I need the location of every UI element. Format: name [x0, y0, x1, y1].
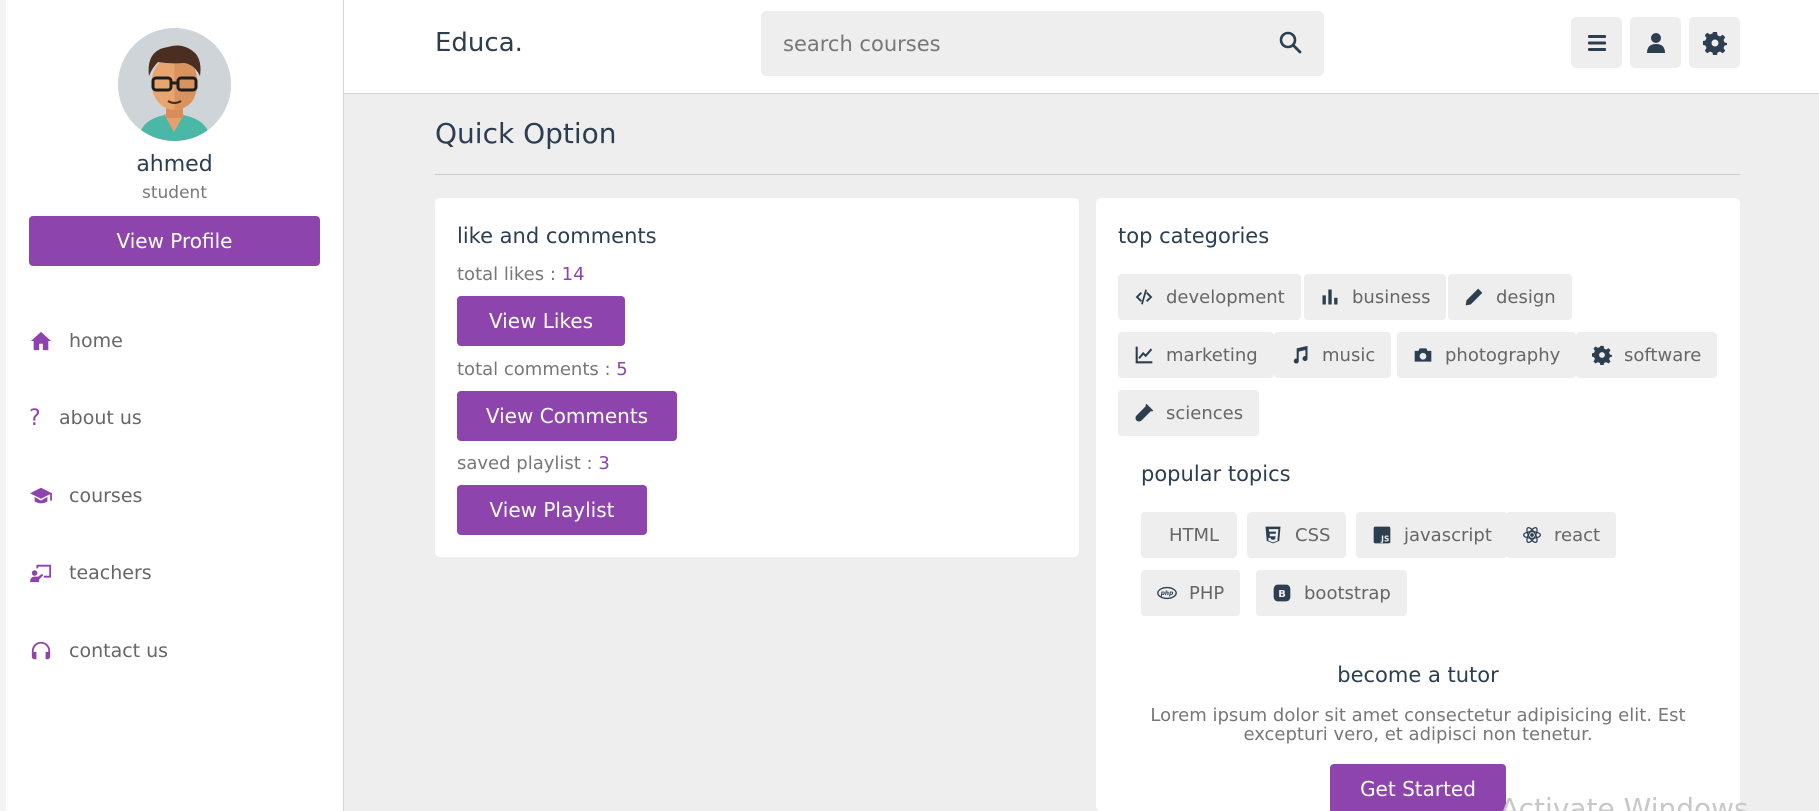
topic-css[interactable]: CSS [1247, 512, 1347, 558]
header: Educa. search courses [344, 0, 1819, 94]
pen-icon [1465, 288, 1483, 306]
react-icon [1523, 526, 1541, 544]
search-bar[interactable]: search courses [761, 11, 1324, 76]
playlist-value: 3 [598, 453, 610, 474]
view-playlist-button[interactable]: View Playlist [457, 485, 647, 535]
menu-button[interactable] [1571, 17, 1622, 68]
svg-text:php: php [1160, 591, 1174, 597]
chart-line-icon [1135, 346, 1153, 364]
svg-text:B: B [1278, 589, 1286, 600]
category-label: photography [1445, 344, 1561, 366]
chart-bar-icon [1322, 289, 1338, 305]
nav-label-contact: contact us [69, 640, 169, 662]
categories-card: top categories development business desi… [1096, 198, 1740, 811]
php-icon: php [1157, 586, 1177, 600]
topic-label: CSS [1295, 524, 1331, 546]
user-icon [1646, 32, 1665, 53]
get-started-button[interactable]: Get Started [1330, 764, 1506, 811]
view-comments-button[interactable]: View Comments [457, 391, 677, 441]
divider [435, 174, 1740, 175]
category-photography[interactable]: photography [1397, 332, 1577, 378]
profile-role: student [142, 183, 207, 203]
search-input[interactable]: search courses [783, 32, 1278, 56]
topic-label: PHP [1189, 582, 1225, 604]
bootstrap-icon: B [1273, 584, 1291, 602]
activate-windows-watermark: Activate Windows [1500, 792, 1749, 811]
category-music[interactable]: music [1274, 332, 1392, 378]
topic-label: HTML [1169, 524, 1220, 546]
category-label: sciences [1166, 402, 1244, 424]
page-title: Quick Option [435, 117, 617, 150]
chalkboard-teacher-icon [29, 561, 53, 585]
nav-label-courses: courses [69, 485, 143, 507]
menu-icon [1587, 34, 1606, 51]
topic-label: bootstrap [1304, 582, 1391, 604]
playlist-label: saved playlist : [457, 453, 599, 474]
code-icon [1135, 289, 1153, 305]
topic-label: javascript [1404, 524, 1492, 546]
nav-label-home: home [69, 330, 123, 352]
likes-value: 14 [561, 264, 585, 285]
sidebar: ahmed student View Profile home ? about … [0, 0, 344, 811]
nav-item-about[interactable]: ? about us [29, 403, 142, 433]
nav-item-contact[interactable]: contact us [29, 636, 168, 666]
css3-icon [1265, 526, 1281, 544]
topic-javascript[interactable]: JS javascript [1356, 512, 1508, 558]
category-label: marketing [1166, 344, 1258, 366]
vial-icon [1135, 403, 1154, 422]
comments-label: total comments : [457, 359, 617, 380]
category-label: business [1352, 286, 1431, 308]
topic-react[interactable]: react [1506, 512, 1617, 558]
music-icon [1293, 345, 1308, 364]
tutor-title: become a tutor [1337, 663, 1499, 687]
camera-icon [1414, 348, 1432, 362]
comments-stat: total comments : 5 [457, 359, 628, 380]
comments-value: 5 [616, 359, 628, 380]
likes-stat: total likes : 14 [457, 264, 585, 285]
avatar[interactable] [118, 28, 231, 141]
nav-item-courses[interactable]: courses [29, 481, 142, 511]
topic-bootstrap[interactable]: B bootstrap [1256, 570, 1407, 616]
search-icon[interactable] [1278, 30, 1302, 58]
card-title-likes: like and comments [457, 224, 657, 248]
likes-label: total likes : [457, 264, 562, 285]
home-icon [29, 329, 53, 353]
playlist-stat: saved playlist : 3 [457, 453, 610, 474]
nav-label-about: about us [59, 407, 142, 429]
category-business[interactable]: business [1304, 274, 1447, 320]
category-label: design [1496, 286, 1556, 308]
card-title-categories: top categories [1118, 224, 1270, 248]
category-label: development [1166, 286, 1285, 308]
user-button[interactable] [1630, 17, 1681, 68]
view-profile-button[interactable]: View Profile [29, 216, 320, 266]
view-likes-button[interactable]: View Likes [457, 296, 625, 346]
topic-php[interactable]: php PHP [1141, 570, 1241, 616]
profile-name: ahmed [136, 152, 213, 177]
nav-label-teachers: teachers [69, 562, 152, 584]
topic-label: react [1554, 524, 1601, 546]
nav-item-home[interactable]: home [29, 326, 123, 356]
nav-item-teachers[interactable]: teachers [29, 558, 152, 588]
category-design[interactable]: design [1448, 274, 1572, 320]
gear-icon [1592, 345, 1612, 365]
topic-html[interactable]: HTML [1141, 512, 1238, 558]
avatar-illustration [118, 28, 231, 141]
category-label: music [1322, 344, 1376, 366]
logo[interactable]: Educa. [435, 28, 523, 58]
category-development[interactable]: development [1118, 274, 1301, 320]
headset-icon [29, 639, 53, 663]
category-marketing[interactable]: marketing [1118, 332, 1274, 378]
question-icon: ? [29, 405, 41, 431]
js-icon: JS [1373, 526, 1391, 544]
card-title-topics: popular topics [1141, 462, 1291, 486]
category-label: software [1624, 344, 1702, 366]
likes-comments-card: like and comments total likes : 14 View … [435, 198, 1079, 557]
settings-button[interactable] [1689, 17, 1740, 68]
category-software[interactable]: software [1576, 332, 1718, 378]
graduation-cap-icon [29, 484, 53, 508]
gear-icon [1702, 31, 1727, 55]
svg-text:JS: JS [1380, 535, 1389, 544]
tutor-description: Lorem ipsum dolor sit amet consectetur a… [1150, 705, 1686, 745]
category-sciences[interactable]: sciences [1118, 390, 1260, 436]
